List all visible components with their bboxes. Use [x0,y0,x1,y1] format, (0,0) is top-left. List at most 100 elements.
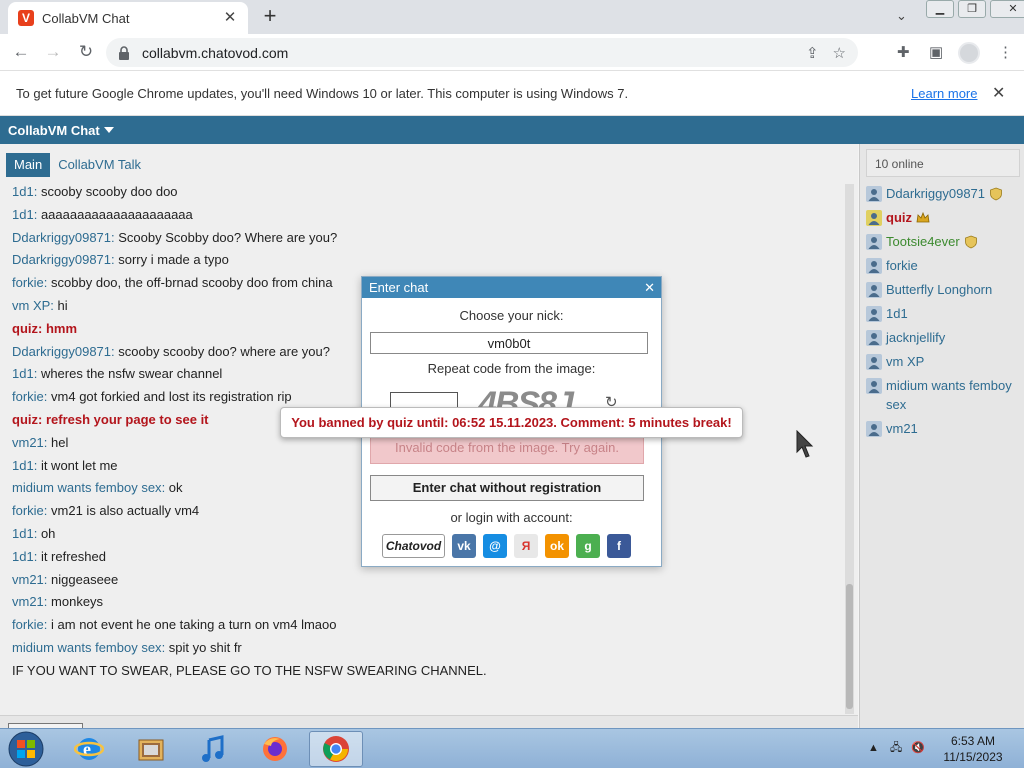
odnoklassniki-login-button[interactable]: ok [545,534,569,558]
forward-arrow-icon[interactable]: → [40,40,66,64]
user-name[interactable]: Tootsie4ever [886,232,960,251]
extensions-puzzle-icon[interactable]: ✚ [897,43,910,61]
message-nick[interactable]: forkie [12,503,44,518]
tray-expand-icon[interactable]: ▲ [868,742,879,754]
user-list-item[interactable]: forkie [866,256,1020,275]
reload-icon[interactable]: ↻ [73,40,99,64]
tab-search-chevron-icon[interactable]: ⌄ [896,8,907,24]
user-icon [866,330,882,346]
message-nick[interactable]: 1d1 [12,207,34,222]
start-orb-icon[interactable] [6,730,46,768]
chat-scrollbar[interactable] [845,184,854,714]
message-nick[interactable]: midium wants femboy sex [12,480,162,495]
google-login-button[interactable]: g [576,534,600,558]
message-nick[interactable]: vm XP [12,298,50,313]
caret-down-icon [103,127,114,133]
chatovod-login-button[interactable]: Chatovod [382,534,445,558]
message-separator: : [33,206,41,222]
user-list-item[interactable]: quiz [866,208,1020,227]
message-nick[interactable]: quiz [12,412,38,427]
vk-login-button[interactable]: vk [452,534,476,558]
chat-message: midium wants femboy sex: spit yo shit fr [12,637,842,660]
yandex-login-button[interactable]: Я [514,534,538,558]
dialog-close-icon[interactable]: ✕ [644,277,655,298]
message-nick[interactable]: vm21 [12,435,44,450]
message-nick[interactable]: forkie [12,389,44,404]
facebook-login-button[interactable]: f [607,534,631,558]
user-list-item[interactable]: Tootsie4ever [866,232,1020,251]
tab-main[interactable]: Main [6,153,51,177]
channel-tabs: Main CollabVM Talk [6,153,149,177]
message-nick[interactable]: 1d1 [12,458,34,473]
message-text: wheres the nsfw swear channel [40,366,223,382]
new-tab-button[interactable]: + [258,5,282,28]
music-player-icon[interactable] [186,731,240,767]
message-nick[interactable]: forkie [12,617,44,632]
nick-input[interactable] [370,332,648,354]
message-nick[interactable]: quiz [12,321,38,336]
message-text: niggeaseee [51,571,119,587]
message-nick[interactable]: Ddarkriggy09871 [12,230,111,245]
tab-close-icon[interactable]: ✕ [222,10,238,26]
nick-label: Choose your nick: [459,308,564,323]
chrome-icon[interactable] [309,731,363,767]
user-list-item[interactable]: 1d1 [866,304,1020,323]
message-separator: : [38,411,46,427]
message-nick[interactable]: forkie [12,275,44,290]
message-nick[interactable]: vm21 [12,594,44,609]
message-nick[interactable]: vm21 [12,572,44,587]
chat-message: 1d1: aaaaaaaaaaaaaaaaaaaaa [12,204,842,227]
user-list-item[interactable]: jacknjellify [866,328,1020,347]
enter-without-registration-button[interactable]: Enter chat without registration [370,475,644,501]
tab-collabvm-talk[interactable]: CollabVM Talk [50,153,149,177]
mailru-login-button[interactable]: @ [483,534,507,558]
user-name[interactable]: Butterfly Longhorn [886,280,992,299]
app-title-menu[interactable]: CollabVM Chat [8,123,114,138]
user-list-item[interactable]: Butterfly Longhorn [866,280,1020,299]
share-icon[interactable]: ⇪ [806,44,819,62]
user-name[interactable]: vm21 [886,419,918,438]
message-nick[interactable]: midium wants femboy sex [12,640,162,655]
chat-scrollbar-thumb[interactable] [846,584,853,709]
user-name[interactable]: Ddarkriggy09871 [886,184,985,203]
message-separator: : [161,639,169,655]
user-name[interactable]: jacknjellify [886,328,945,347]
firefox-icon[interactable] [248,731,302,767]
address-bar[interactable]: collabvm.chatovod.com ⇪ ☆ [106,38,858,67]
file-explorer-icon[interactable] [124,731,178,767]
message-separator: : [33,457,41,473]
message-nick[interactable]: 1d1 [12,366,34,381]
shield-icon [990,187,1002,201]
user-name[interactable]: midium wants femboy sex [886,376,1020,414]
internet-explorer-icon[interactable]: e [62,731,116,767]
menu-kebab-icon[interactable]: ⋮ [998,43,1013,61]
user-list-item[interactable]: vm XP [866,352,1020,371]
volume-muted-icon[interactable]: 🔇 [911,742,925,754]
profile-avatar[interactable] [958,42,980,64]
message-nick[interactable]: 1d1 [12,526,34,541]
message-nick[interactable]: Ddarkriggy09871 [12,252,111,267]
user-list-item[interactable]: vm21 [866,419,1020,438]
side-panel-icon[interactable]: ▣ [929,43,943,61]
lock-icon [119,45,129,60]
minimize-button[interactable]: ▁ [926,0,954,18]
user-name[interactable]: 1d1 [886,304,908,323]
restore-button[interactable]: ❐ [958,0,986,18]
message-nick[interactable]: 1d1 [12,549,34,564]
back-arrow-icon[interactable]: ← [8,40,34,64]
message-nick[interactable]: Ddarkriggy09871 [12,344,111,359]
browser-tab[interactable]: V CollabVM Chat ✕ [8,2,248,34]
user-name[interactable]: quiz [886,208,912,227]
window-close-button[interactable]: ✕ [990,0,1024,18]
taskbar-clock[interactable]: 6:53 AM 11/15/2023 [930,733,1016,765]
user-name[interactable]: forkie [886,256,918,275]
infobar-close-icon[interactable]: ✕ [992,83,1005,103]
bookmark-star-icon[interactable]: ☆ [833,44,846,62]
tab-title: CollabVM Chat [42,10,130,26]
user-list-item[interactable]: midium wants femboy sex [866,376,1020,414]
learn-more-link[interactable]: Learn more [911,86,977,101]
user-name[interactable]: vm XP [886,352,924,371]
message-nick[interactable]: 1d1 [12,184,34,199]
user-list-item[interactable]: Ddarkriggy09871 [866,184,1020,203]
network-icon[interactable]: 🖧 [890,742,902,754]
